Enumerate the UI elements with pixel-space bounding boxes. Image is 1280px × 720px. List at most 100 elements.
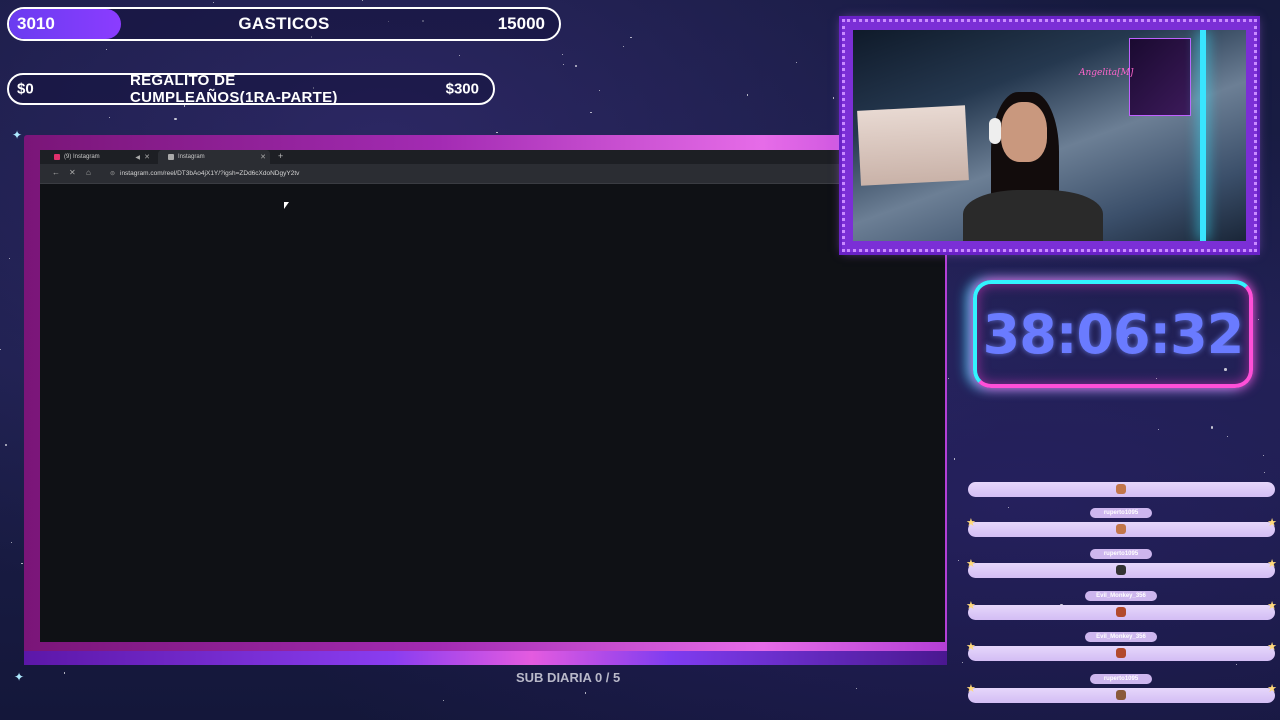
chat-bubble: ★ ★ bbox=[966, 683, 1277, 703]
goal-bar-gasticos: 3010 GASTICOS 15000 bbox=[7, 7, 561, 41]
star-dot bbox=[0, 348, 2, 350]
star-dot bbox=[953, 458, 955, 460]
home-button[interactable]: ⌂ bbox=[86, 168, 91, 177]
star-icon: ★ bbox=[1267, 517, 1277, 529]
star-dot bbox=[1257, 319, 1259, 321]
tab-bar: (9) Instagram ◀ ✕ Instagram ✕ + bbox=[40, 150, 945, 164]
star-dot bbox=[574, 64, 578, 68]
chat-username: Evil_Monkey_356 bbox=[1085, 591, 1157, 601]
star-icon: ★ bbox=[1267, 600, 1277, 612]
emote-icon bbox=[1116, 484, 1126, 494]
star-dot bbox=[8, 257, 11, 259]
star-icon: ★ bbox=[966, 683, 976, 695]
star-dot bbox=[584, 692, 587, 694]
star-icon: ★ bbox=[1267, 641, 1277, 653]
star-dot bbox=[362, 0, 364, 2]
star-icon: ★ bbox=[966, 558, 976, 570]
wall-poster bbox=[1129, 38, 1191, 116]
star-dot bbox=[4, 443, 8, 447]
star-dot bbox=[1210, 426, 1214, 429]
led-light bbox=[1200, 30, 1206, 241]
instagram-icon bbox=[54, 154, 60, 160]
star-dot bbox=[1263, 454, 1265, 456]
address-bar: ← ✕ ⌂ ⊜ instagram.com/reel/DT3bAo4jX1Y/?… bbox=[40, 164, 945, 184]
star-dot bbox=[948, 377, 950, 379]
site-info-icon[interactable]: ⊜ bbox=[110, 170, 115, 177]
sub-daily-counter: SUB DIARIA 0 / 5 bbox=[516, 670, 621, 685]
emote-icon bbox=[1116, 648, 1126, 658]
chat-bubble bbox=[968, 482, 1275, 497]
emote-icon bbox=[1116, 690, 1126, 700]
star-dot bbox=[562, 64, 565, 66]
close-icon[interactable]: ✕ bbox=[260, 153, 266, 161]
instagram-icon bbox=[168, 154, 174, 160]
mouse-cursor bbox=[284, 202, 289, 209]
timer-value: 38:06:32 bbox=[982, 302, 1245, 366]
star-dot bbox=[10, 541, 12, 543]
star-dot bbox=[961, 661, 964, 664]
chat-username: ruperto1095 bbox=[1090, 549, 1152, 559]
goal-target-value: 15000 bbox=[497, 14, 545, 33]
star-dot bbox=[108, 116, 110, 118]
star-dot bbox=[21, 562, 23, 565]
star-dot bbox=[630, 37, 632, 39]
star-dot bbox=[496, 131, 498, 133]
star-dot bbox=[183, 105, 185, 107]
chat-bubble: ★ ★ bbox=[966, 600, 1277, 620]
close-icon[interactable]: ✕ bbox=[144, 153, 150, 161]
goal-current-value: $0 bbox=[17, 80, 34, 98]
star-icon: ★ bbox=[1267, 558, 1277, 570]
goal-current-value: 3010 bbox=[17, 14, 55, 33]
star-dot bbox=[561, 54, 563, 56]
chat-bubble: ★ ★ bbox=[966, 558, 1277, 578]
chat-username: ruperto1095 bbox=[1090, 674, 1152, 684]
star-dot bbox=[1263, 471, 1266, 473]
tab-label: Instagram bbox=[178, 154, 205, 160]
chat-bubble: ★ ★ bbox=[966, 641, 1277, 661]
back-button[interactable]: ← bbox=[52, 168, 60, 177]
webcam-frame: Angelita[M] bbox=[842, 19, 1257, 252]
star-dot bbox=[796, 61, 798, 64]
star-dot bbox=[213, 2, 215, 4]
sparkle-icon: ✦ bbox=[12, 128, 23, 142]
new-tab-button[interactable]: + bbox=[278, 151, 283, 161]
star-dot bbox=[838, 54, 841, 57]
star-dot bbox=[1227, 436, 1229, 438]
url-text: instagram.com/reel/DT3bAo4jX1Y/?igsh=ZDd… bbox=[120, 170, 300, 177]
stop-button[interactable]: ✕ bbox=[69, 168, 76, 177]
tab-label: (9) Instagram bbox=[64, 154, 100, 160]
sparkle-icon: ✦ bbox=[14, 670, 25, 684]
star-dot bbox=[746, 94, 749, 96]
url-field[interactable]: ⊜ instagram.com/reel/DT3bAo4jX1Y/?igsh=Z… bbox=[106, 167, 906, 180]
streamer-face bbox=[1001, 102, 1047, 162]
streamer-body bbox=[963, 190, 1103, 241]
tab-instagram-2[interactable]: Instagram ✕ bbox=[158, 150, 270, 164]
star-dot bbox=[623, 45, 625, 48]
star-dot bbox=[1008, 506, 1010, 508]
speaker-icon[interactable]: ◀ bbox=[135, 154, 140, 161]
star-dot bbox=[1235, 663, 1237, 665]
star-dot bbox=[63, 672, 66, 674]
browser-window: (9) Instagram ◀ ✕ Instagram ✕ + ← ✕ ⌂ ⊜ … bbox=[40, 150, 945, 642]
wall-board bbox=[857, 105, 969, 186]
chat-username: ruperto1095 bbox=[1090, 508, 1152, 518]
star-dot bbox=[957, 560, 959, 562]
star-icon: ★ bbox=[966, 600, 976, 612]
emote-icon bbox=[1116, 565, 1126, 575]
chat-bubble: ★ ★ bbox=[966, 517, 1277, 537]
webcam-video: Angelita[M] bbox=[853, 30, 1246, 241]
star-dot bbox=[1158, 429, 1160, 431]
goal-title: GASTICOS bbox=[238, 14, 330, 33]
star-dot bbox=[590, 112, 592, 114]
chat-username: Evil_Monkey_356 bbox=[1085, 632, 1157, 642]
goal-bar-birthday: $0 REGALITO DE CUMPLEAÑOS(1RA-PARTE) $30… bbox=[7, 73, 495, 105]
star-icon: ★ bbox=[966, 517, 976, 529]
subathon-timer: 38:06:32 bbox=[973, 280, 1253, 388]
tab-instagram-1[interactable]: (9) Instagram ◀ ✕ bbox=[44, 150, 154, 164]
star-dot bbox=[458, 55, 460, 57]
star-dot bbox=[855, 687, 857, 690]
emote-icon bbox=[1116, 524, 1126, 534]
star-icon: ★ bbox=[966, 641, 976, 653]
star-dot bbox=[174, 117, 177, 121]
goal-target-value: $300 bbox=[445, 80, 479, 98]
